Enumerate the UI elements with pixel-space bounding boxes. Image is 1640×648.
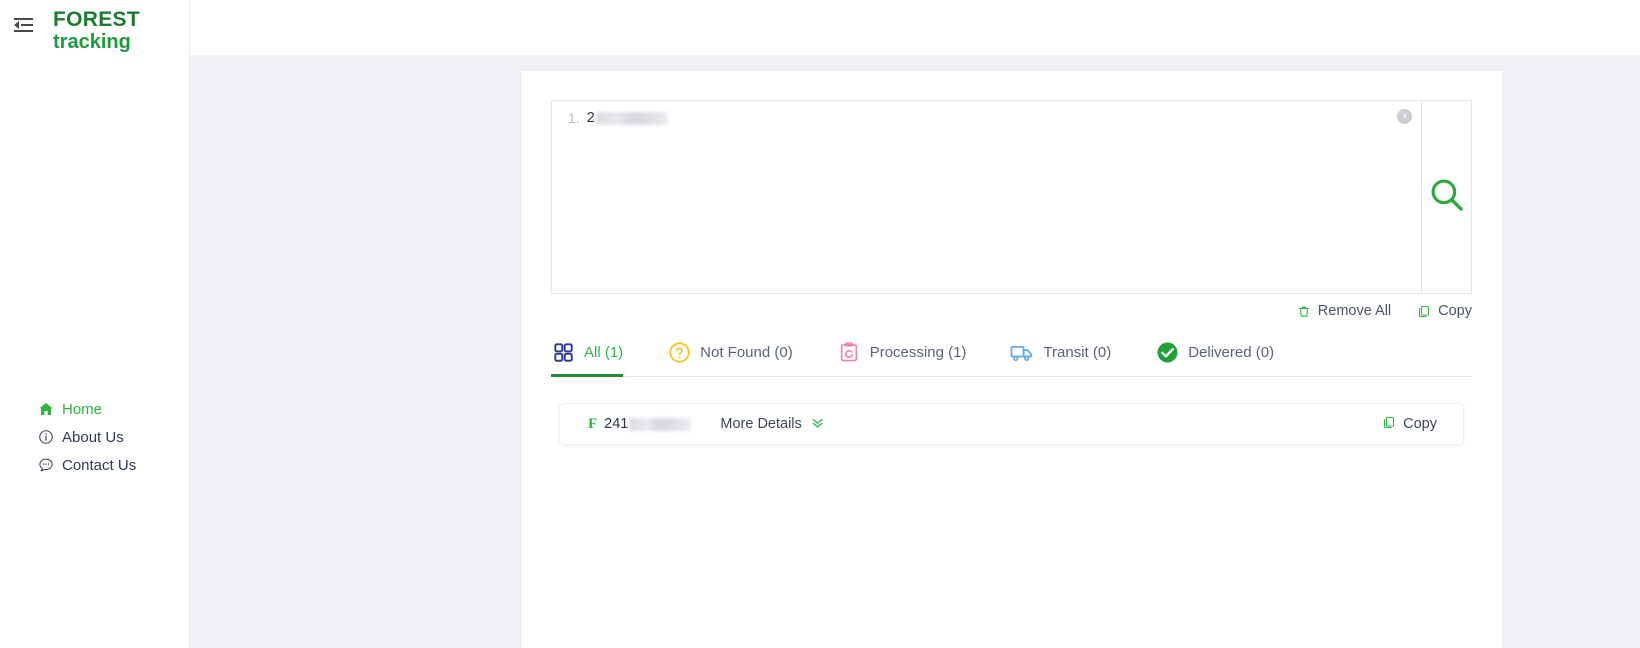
brand-line-1: FOREST <box>53 9 140 32</box>
truck-icon <box>1010 341 1034 365</box>
copy-all-button[interactable]: Copy <box>1417 303 1472 319</box>
tab-transit[interactable]: Transit (0) <box>1010 329 1111 376</box>
sidebar-item-about-us[interactable]: About Us <box>0 423 190 451</box>
sidebar-item-home[interactable]: Home <box>0 395 190 423</box>
sidebar-item-label: About Us <box>62 430 124 445</box>
tab-processing[interactable]: Processing (1) <box>837 329 967 376</box>
sidebar-item-label: Home <box>62 402 102 417</box>
chevron-double-down-icon <box>810 415 825 434</box>
tracking-entry-value: 2 <box>587 107 595 129</box>
app-root: FOREST tracking Home <box>0 0 1640 648</box>
sidebar-item-label: Contact Us <box>62 458 136 473</box>
tab-delivered[interactable]: Delivered (0) <box>1155 329 1274 376</box>
question-circle-icon <box>667 341 691 365</box>
copy-all-label: Copy <box>1438 303 1472 319</box>
brand-logo[interactable]: FOREST tracking <box>53 9 140 53</box>
copy-icon <box>1382 415 1396 434</box>
menu-fold-icon[interactable] <box>14 16 34 34</box>
comment-dots-icon <box>37 457 54 474</box>
sidebar-header: FOREST tracking <box>0 0 189 58</box>
trash-icon <box>1297 304 1311 319</box>
tracking-code: 241 <box>604 416 691 432</box>
bulk-actions: Remove All Copy <box>1297 303 1472 319</box>
copy-row-button[interactable]: Copy <box>1382 415 1437 434</box>
tab-label: Not Found (0) <box>700 344 793 361</box>
tracking-input-area[interactable]: 1. 2 × <box>552 101 1421 293</box>
search-box: 1. 2 × <box>551 100 1472 294</box>
tab-label: All (1) <box>584 344 623 361</box>
tab-not-found[interactable]: Not Found (0) <box>667 329 793 376</box>
copy-icon <box>1417 304 1431 319</box>
tracking-number-list: 1. 2 <box>568 108 1381 128</box>
list-item: 1. 2 <box>568 108 1381 128</box>
tracking-code-text: 241 <box>604 416 628 432</box>
menu-bar-bottom <box>14 30 33 32</box>
more-details-button[interactable]: More Details <box>720 415 824 434</box>
tab-label: Transit (0) <box>1043 344 1111 361</box>
tab-label: Delivered (0) <box>1188 344 1274 361</box>
copy-row-label: Copy <box>1403 416 1437 432</box>
search-icon <box>1427 175 1467 220</box>
menu-arrow <box>14 21 19 29</box>
main-area: 1. 2 × <box>190 55 1640 648</box>
redaction-block <box>596 112 668 125</box>
tab-label: Processing (1) <box>870 344 967 361</box>
brand-line-2: tracking <box>53 32 140 54</box>
remove-all-button[interactable]: Remove All <box>1297 303 1391 319</box>
sidebar: FOREST tracking Home <box>0 0 190 648</box>
sidebar-item-contact-us[interactable]: Contact Us <box>0 451 190 479</box>
status-tabs: All (1) Not Found (0) <box>551 329 1472 377</box>
info-circle-icon <box>37 429 54 446</box>
tracking-entry-index: 1. <box>568 107 580 129</box>
sidebar-nav: Home About Us <box>0 395 190 479</box>
tab-all[interactable]: All (1) <box>551 329 623 376</box>
tab-active-underline <box>551 374 623 377</box>
carrier-flag: F <box>588 416 597 433</box>
menu-bar-middle <box>21 24 33 26</box>
search-button[interactable] <box>1421 101 1471 293</box>
home-icon <box>37 401 54 418</box>
remove-all-label: Remove All <box>1318 303 1391 319</box>
more-details-label: More Details <box>720 416 801 432</box>
clear-input-button[interactable]: × <box>1397 109 1412 124</box>
check-circle-icon <box>1155 341 1179 365</box>
clipboard-refresh-icon <box>837 341 861 365</box>
redaction-block <box>629 418 691 431</box>
menu-bar-top <box>14 18 33 20</box>
table-row[interactable]: F 241 More Details <box>559 403 1464 445</box>
grid-icon <box>551 341 575 365</box>
tracking-panel: 1. 2 × <box>522 71 1502 648</box>
